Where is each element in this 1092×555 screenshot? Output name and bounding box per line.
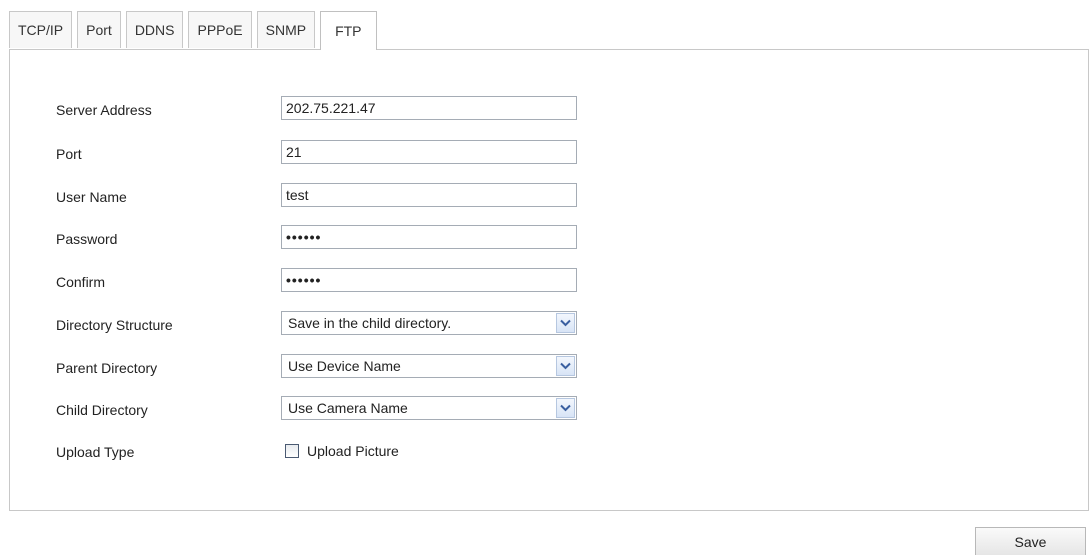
tab-ddns[interactable]: DDNS <box>125 11 184 48</box>
directory-structure-select[interactable]: Save in the child directory. <box>281 311 577 335</box>
child-directory-select[interactable]: Use Camera Name <box>281 396 577 420</box>
upload-type-label: Upload Type <box>56 444 135 460</box>
child-directory-value: Use Camera Name <box>288 400 408 416</box>
user-name-row: User Name <box>42 178 1052 218</box>
tab-bar: TCP/IP Port DDNS PPPoE SNMP FTP <box>9 11 382 50</box>
port-row: Port <box>42 135 1052 175</box>
parent-directory-select[interactable]: Use Device Name <box>281 354 577 378</box>
tab-pppoe[interactable]: PPPoE <box>188 11 252 48</box>
child-directory-label: Child Directory <box>56 402 148 418</box>
user-name-input[interactable] <box>281 183 577 207</box>
parent-directory-row: Parent Directory Use Device Name <box>42 349 1052 389</box>
ftp-settings-panel: Server Address Port User Name Password C… <box>9 49 1089 511</box>
server-address-label: Server Address <box>56 102 152 118</box>
upload-picture-option[interactable]: Upload Picture <box>285 443 399 459</box>
user-name-label: User Name <box>56 189 127 205</box>
port-label: Port <box>56 146 82 162</box>
confirm-label: Confirm <box>56 274 106 290</box>
directory-structure-value: Save in the child directory. <box>288 315 452 331</box>
password-input[interactable] <box>281 225 577 249</box>
tab-ftp[interactable]: FTP <box>320 11 377 50</box>
save-button[interactable]: Save <box>975 527 1086 555</box>
tab-snmp[interactable]: SNMP <box>256 11 316 48</box>
parent-directory-value: Use Device Name <box>288 358 401 374</box>
chevron-down-icon[interactable] <box>556 398 575 418</box>
password-label: Password <box>56 231 118 247</box>
checkbox-unchecked-icon[interactable] <box>285 444 299 458</box>
chevron-down-icon[interactable] <box>556 313 575 333</box>
port-input[interactable] <box>281 140 577 164</box>
directory-structure-row: Directory Structure Save in the child di… <box>42 306 1052 346</box>
parent-directory-label: Parent Directory <box>56 360 158 376</box>
child-directory-row: Child Directory Use Camera Name <box>42 391 1052 431</box>
upload-type-row: Upload Type Upload Picture <box>42 433 1052 473</box>
confirm-row: Confirm <box>42 263 1052 303</box>
password-row: Password <box>42 220 1052 260</box>
chevron-down-icon[interactable] <box>556 356 575 376</box>
server-address-input[interactable] <box>281 96 577 120</box>
tab-tcpip[interactable]: TCP/IP <box>9 11 73 48</box>
server-address-row: Server Address <box>42 91 1052 131</box>
confirm-password-input[interactable] <box>281 268 577 292</box>
upload-picture-label[interactable]: Upload Picture <box>307 443 399 459</box>
directory-structure-label: Directory Structure <box>56 317 173 333</box>
tab-port[interactable]: Port <box>77 11 121 48</box>
